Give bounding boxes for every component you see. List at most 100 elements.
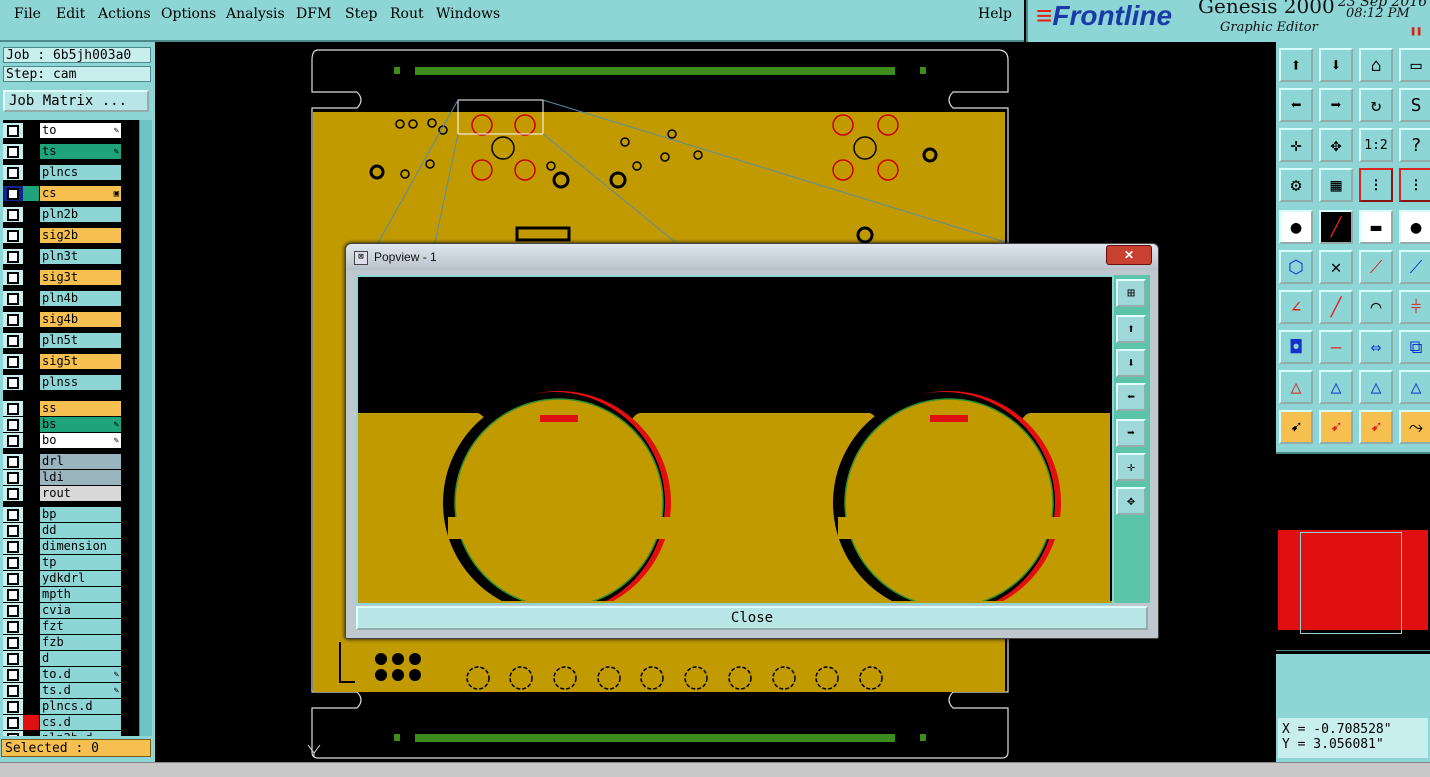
- dot-icon[interactable]: ●: [1399, 210, 1430, 244]
- layer-color-swatch[interactable]: [23, 417, 39, 432]
- ratio-icon[interactable]: 1:2: [1359, 128, 1393, 162]
- pause-icon[interactable]: ❚❚: [1410, 26, 1422, 37]
- zoom-fit-icon[interactable]: ✛: [1279, 128, 1313, 162]
- layer-checkbox[interactable]: [7, 589, 19, 601]
- layer-checkbox[interactable]: [7, 472, 19, 484]
- layer-row-d[interactable]: d: [3, 651, 123, 666]
- menu-rout[interactable]: Rout: [390, 6, 424, 22]
- layer-row-tp[interactable]: tp: [3, 555, 123, 570]
- layer-color-swatch[interactable]: [23, 312, 39, 327]
- layer-color-swatch[interactable]: [23, 587, 39, 602]
- layer-row-dimension[interactable]: dimension: [3, 539, 123, 554]
- layer-name[interactable]: ldi: [40, 470, 121, 485]
- layer-color-swatch[interactable]: [23, 249, 39, 264]
- layer-row-pln3t[interactable]: pln3t: [3, 249, 123, 264]
- layer-color-swatch[interactable]: [23, 228, 39, 243]
- layer-row-pln5t[interactable]: pln5t: [3, 333, 123, 348]
- settings-icon[interactable]: ⚙: [1279, 168, 1313, 202]
- layer-color-swatch[interactable]: [23, 454, 39, 469]
- layer-checkbox[interactable]: [7, 272, 19, 284]
- layer-name[interactable]: mpth: [40, 587, 121, 602]
- layer-color-swatch[interactable]: [23, 555, 39, 570]
- layer-row-ldi[interactable]: ldi: [3, 470, 123, 485]
- add-arc-icon[interactable]: ⟋: [1399, 250, 1430, 284]
- layer-checkbox[interactable]: [7, 146, 19, 158]
- layer-checkbox[interactable]: [7, 456, 19, 468]
- layer-row-to[interactable]: to ✎: [3, 123, 123, 138]
- popview-titlebar[interactable]: ⊠ Popview - 1 ✕: [346, 244, 1158, 270]
- zoom-fit-popup-icon[interactable]: ✛: [1116, 453, 1146, 481]
- layer-row-cs-d[interactable]: cs.d: [3, 715, 123, 730]
- layer-name[interactable]: sig4b: [40, 312, 121, 327]
- layer-checkbox[interactable]: [7, 573, 19, 585]
- layer-color-swatch[interactable]: [23, 486, 39, 501]
- layer-checkbox[interactable]: [7, 557, 19, 569]
- job-matrix-button[interactable]: Job Matrix ...: [3, 90, 149, 112]
- layer-name[interactable]: sig5t: [40, 354, 121, 369]
- menu-options[interactable]: Options: [161, 6, 216, 22]
- layer-color-swatch[interactable]: [23, 731, 39, 736]
- pan-down-icon[interactable]: ⬇: [1116, 349, 1146, 377]
- grid-icon[interactable]: ▦: [1319, 168, 1353, 202]
- layer-name[interactable]: sig2b: [40, 228, 121, 243]
- line-edit-icon[interactable]: —: [1319, 330, 1353, 364]
- pan-icon[interactable]: ✥: [1319, 128, 1353, 162]
- triangle-add-icon[interactable]: △: [1319, 370, 1353, 404]
- select-path-icon[interactable]: ⤳: [1399, 410, 1430, 444]
- layer-name[interactable]: to ✎: [40, 123, 121, 138]
- layer-color-swatch[interactable]: [23, 333, 39, 348]
- select-round-icon[interactable]: ➹: [1359, 410, 1393, 444]
- layer-name[interactable]: drl: [40, 454, 121, 469]
- layer-checkbox[interactable]: [7, 509, 19, 521]
- triangle-move-icon[interactable]: △: [1399, 370, 1430, 404]
- layer-name[interactable]: pln2b: [40, 207, 121, 222]
- rotate-icon[interactable]: ↻: [1359, 88, 1393, 122]
- layer-checkbox[interactable]: [7, 377, 19, 389]
- snap-alt-icon[interactable]: ⁝: [1399, 168, 1430, 202]
- layer-name[interactable]: bs ✎: [40, 417, 121, 432]
- arc-icon[interactable]: ◠: [1359, 290, 1393, 324]
- layer-name[interactable]: pln3t: [40, 249, 121, 264]
- layer-name[interactable]: ts ✎: [40, 144, 121, 159]
- layer-name[interactable]: to.d ✎: [40, 667, 121, 682]
- angle-icon[interactable]: ∠: [1279, 290, 1313, 324]
- layer-color-swatch[interactable]: [23, 144, 39, 159]
- move-right-icon[interactable]: ➡: [1319, 88, 1353, 122]
- layer-checkbox[interactable]: [7, 356, 19, 368]
- layer-checkbox[interactable]: [7, 653, 19, 665]
- layer-name[interactable]: pln5t: [40, 333, 121, 348]
- layer-color-swatch[interactable]: [23, 270, 39, 285]
- group-icon[interactable]: ⧉: [1399, 330, 1430, 364]
- pan-left-icon[interactable]: ⬅: [1116, 383, 1146, 411]
- layer-color-swatch[interactable]: [23, 699, 39, 714]
- layer-row-sig4b[interactable]: sig4b: [3, 312, 123, 327]
- pan-right-icon[interactable]: ➡: [1116, 419, 1146, 447]
- layer-checkbox[interactable]: [7, 717, 19, 729]
- layer-checkbox[interactable]: [7, 230, 19, 242]
- layer-checkbox[interactable]: [7, 125, 19, 137]
- layer-row-ss[interactable]: ss: [3, 401, 123, 416]
- menu-dfm[interactable]: DFM: [296, 6, 331, 22]
- snap-icon[interactable]: ⁝: [1359, 168, 1393, 202]
- close-button[interactable]: Close: [356, 606, 1148, 630]
- layer-color-swatch[interactable]: [23, 683, 39, 698]
- layer-name[interactable]: plncs: [40, 165, 121, 180]
- layer-name[interactable]: cs ▣: [40, 186, 121, 201]
- overview-preview[interactable]: [1276, 452, 1430, 654]
- line-tool-icon[interactable]: ╱: [1319, 210, 1353, 244]
- menu-file[interactable]: File: [14, 6, 41, 22]
- layer-name[interactable]: plncs.d: [40, 699, 121, 714]
- layer-checkbox[interactable]: [7, 403, 19, 415]
- measure-icon[interactable]: ⇔: [1359, 330, 1393, 364]
- layer-row-ts-d[interactable]: ts.d ✎: [3, 683, 123, 698]
- layer-color-swatch[interactable]: [23, 667, 39, 682]
- frame-icon[interactable]: ▭: [1399, 48, 1430, 82]
- layer-color-swatch[interactable]: [23, 523, 39, 538]
- close-icon[interactable]: ✕: [1106, 245, 1152, 265]
- layer-name[interactable]: ydkdrl: [40, 571, 121, 586]
- layer-checkbox[interactable]: [7, 435, 19, 447]
- pan-up-icon[interactable]: ⬆: [1116, 315, 1146, 343]
- layer-color-swatch[interactable]: [23, 165, 39, 180]
- layer-row-plncs[interactable]: plncs: [3, 165, 123, 180]
- layer-row-fzt[interactable]: fzt: [3, 619, 123, 634]
